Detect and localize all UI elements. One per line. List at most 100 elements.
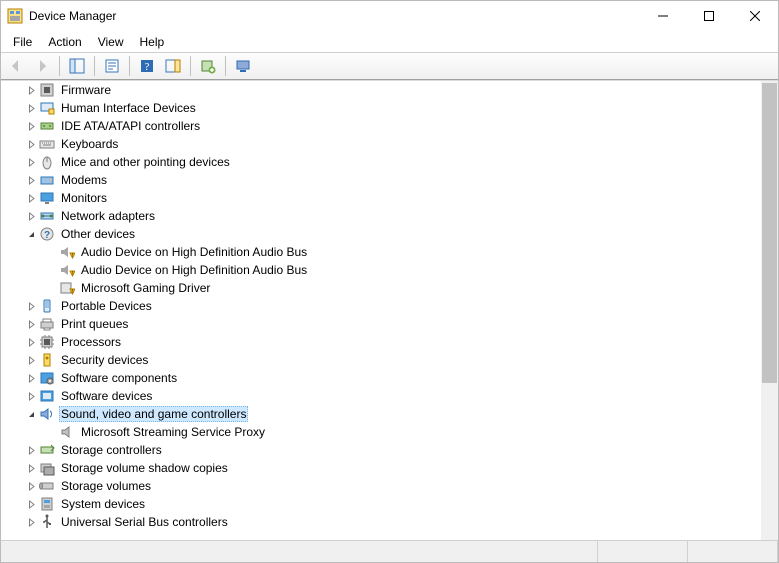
menu-view[interactable]: View — [90, 33, 132, 51]
tree-item[interactable]: Security devices — [1, 351, 778, 369]
svg-text:?: ? — [44, 230, 50, 241]
generic-warn-icon: ! — [59, 280, 75, 296]
tree-item[interactable]: Storage volumes — [1, 477, 778, 495]
tree-item[interactable]: Sound, video and game controllers — [1, 405, 778, 423]
shadow-icon — [39, 460, 55, 476]
tree-item[interactable]: Monitors — [1, 189, 778, 207]
storagectl-icon — [39, 442, 55, 458]
titlebar: Device Manager — [1, 1, 778, 31]
swdev-icon — [39, 388, 55, 404]
tree-item[interactable]: Network adapters — [1, 207, 778, 225]
printer-icon — [39, 316, 55, 332]
svg-text:?: ? — [145, 61, 150, 73]
tree-item[interactable]: Human Interface Devices — [1, 99, 778, 117]
tree-item-label: Monitors — [59, 191, 109, 205]
toolbar-properties[interactable] — [100, 54, 124, 78]
menu-action[interactable]: Action — [40, 33, 89, 51]
tree-collapse-icon[interactable] — [23, 406, 39, 422]
tree-expand-icon[interactable] — [23, 334, 39, 350]
tree-item[interactable]: Storage controllers — [1, 441, 778, 459]
tree-item[interactable]: System devices — [1, 495, 778, 513]
toolbar-separator — [59, 56, 60, 76]
tree-expand-icon[interactable] — [23, 460, 39, 476]
statusbar — [1, 540, 778, 562]
tree-item-label: Storage controllers — [59, 443, 164, 457]
menu-help[interactable]: Help — [132, 33, 173, 51]
tree-item[interactable]: !Audio Device on High Definition Audio B… — [1, 261, 778, 279]
swcomp-icon — [39, 370, 55, 386]
close-button[interactable] — [732, 1, 778, 31]
net-icon — [39, 208, 55, 224]
tree-expand-icon[interactable] — [23, 442, 39, 458]
menu-file[interactable]: File — [5, 33, 40, 51]
maximize-button[interactable] — [686, 1, 732, 31]
tree-expander-none — [43, 262, 59, 278]
tree-expand-icon[interactable] — [23, 298, 39, 314]
tree-item-label: Processors — [59, 335, 123, 349]
tree-item[interactable]: Keyboards — [1, 135, 778, 153]
tree-expand-icon[interactable] — [23, 172, 39, 188]
statusbar-cell — [598, 541, 688, 562]
ide-icon — [39, 118, 55, 134]
tree-item[interactable]: !Audio Device on High Definition Audio B… — [1, 243, 778, 261]
tree-item[interactable]: ! Microsoft Gaming Driver — [1, 279, 778, 297]
toolbar-help[interactable]: ? — [135, 54, 159, 78]
tree-expand-icon[interactable] — [23, 82, 39, 98]
device-tree[interactable]: FirmwareHuman Interface DevicesIDE ATA/A… — [1, 81, 778, 540]
audio-warn-icon: ! — [59, 244, 75, 260]
tree-item[interactable]: Universal Serial Bus controllers — [1, 513, 778, 531]
toolbar-remote[interactable] — [231, 54, 255, 78]
tree-pane: FirmwareHuman Interface DevicesIDE ATA/A… — [1, 80, 778, 540]
tree-expand-icon[interactable] — [23, 208, 39, 224]
tree-item[interactable]: Portable Devices — [1, 297, 778, 315]
tree-item[interactable]: Software components — [1, 369, 778, 387]
statusbar-cell — [1, 541, 598, 562]
tree-item-label: Microsoft Gaming Driver — [79, 281, 212, 295]
tree-item-label: Storage volumes — [59, 479, 153, 493]
tree-item-label: Mice and other pointing devices — [59, 155, 232, 169]
portable-icon — [39, 298, 55, 314]
toolbar-update-driver[interactable] — [196, 54, 220, 78]
tree-item-label: Sound, video and game controllers — [59, 406, 248, 422]
tree-item[interactable]: Processors — [1, 333, 778, 351]
toolbar-separator — [129, 56, 130, 76]
minimize-button[interactable] — [640, 1, 686, 31]
tree-item[interactable]: Modems — [1, 171, 778, 189]
tree-expand-icon[interactable] — [23, 478, 39, 494]
tree-expand-icon[interactable] — [23, 514, 39, 530]
tree-item[interactable]: ?Other devices — [1, 225, 778, 243]
tree-expand-icon[interactable] — [23, 190, 39, 206]
tree-item[interactable]: Print queues — [1, 315, 778, 333]
toolbar-show-hide-tree[interactable] — [65, 54, 89, 78]
keyboard-icon — [39, 136, 55, 152]
tree-item-label: Portable Devices — [59, 299, 154, 313]
tree-item[interactable]: Firmware — [1, 81, 778, 99]
tree-expand-icon[interactable] — [23, 118, 39, 134]
tree-expand-icon[interactable] — [23, 316, 39, 332]
tree-item-label: Security devices — [59, 353, 150, 367]
tree-item-label: Universal Serial Bus controllers — [59, 515, 230, 529]
tree-item-label: Storage volume shadow copies — [59, 461, 230, 475]
scrollbar[interactable] — [761, 81, 778, 540]
tree-expand-icon[interactable] — [23, 136, 39, 152]
statusbar-cell — [688, 541, 778, 562]
tree-item[interactable]: Software devices — [1, 387, 778, 405]
tree-item[interactable]: IDE ATA/ATAPI controllers — [1, 117, 778, 135]
toolbar-scan-hardware[interactable] — [161, 54, 185, 78]
toolbar-back[interactable] — [4, 54, 28, 78]
tree-expand-icon[interactable] — [23, 496, 39, 512]
scrollbar-thumb[interactable] — [762, 83, 777, 383]
toolbar-separator — [190, 56, 191, 76]
tree-item[interactable]: Storage volume shadow copies — [1, 459, 778, 477]
tree-expand-icon[interactable] — [23, 388, 39, 404]
tree-expand-icon[interactable] — [23, 154, 39, 170]
tree-collapse-icon[interactable] — [23, 226, 39, 242]
tree-item[interactable]: Microsoft Streaming Service Proxy — [1, 423, 778, 441]
tree-expand-icon[interactable] — [23, 352, 39, 368]
tree-item[interactable]: Mice and other pointing devices — [1, 153, 778, 171]
audio-warn-icon: ! — [59, 262, 75, 278]
tree-expand-icon[interactable] — [23, 370, 39, 386]
toolbar-forward[interactable] — [30, 54, 54, 78]
tree-expand-icon[interactable] — [23, 100, 39, 116]
toolbar-separator — [225, 56, 226, 76]
